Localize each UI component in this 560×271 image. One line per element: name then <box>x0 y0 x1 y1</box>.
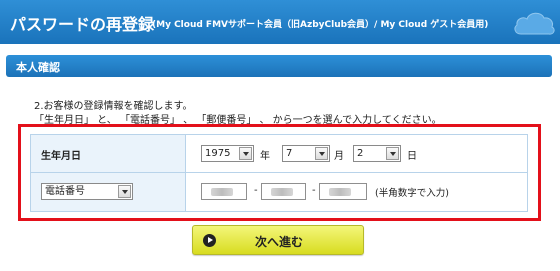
next-button[interactable]: 次へ進む <box>192 225 364 255</box>
birth-year-select[interactable]: 1975 <box>201 145 254 162</box>
instruction-text: 2.お客様の登録情報を確認します。 <box>34 101 193 112</box>
birth-month-value: 7 <box>286 148 293 159</box>
phone-part2-input[interactable] <box>261 183 306 200</box>
birthdate-label: 生年月日 <box>41 151 81 162</box>
birth-day-select[interactable]: 2 <box>353 145 401 162</box>
page-title: パスワードの再登録 <box>10 15 155 34</box>
chevron-down-icon <box>386 147 399 160</box>
birth-day-value: 2 <box>357 148 364 159</box>
identity-form-table: 生年月日 1975 年 7 月 2 日 電話番号 - - (半角数字で入力) <box>30 134 528 212</box>
phone-part3-input[interactable] <box>319 183 367 200</box>
chevron-down-icon <box>315 147 328 160</box>
section-title: 本人確認 <box>16 61 60 74</box>
separator-dash: - <box>312 185 316 196</box>
page-subtitle: (My Cloud FMVサポート会員（旧AzbyClub会員）/ My Clo… <box>152 20 489 30</box>
chevron-down-icon <box>239 147 252 160</box>
cloud-icon <box>514 12 555 35</box>
section-header: 本人確認 <box>6 55 552 77</box>
birthdate-row: 生年月日 1975 年 7 月 2 日 <box>31 135 527 173</box>
header-bar: パスワードの再登録 (My Cloud FMVサポート会員（旧AzbyClub会… <box>0 0 560 44</box>
blurred-value <box>271 188 293 196</box>
input-hint: (半角数字で入力) <box>375 188 449 199</box>
contact-type-value: 電話番号 <box>45 186 85 197</box>
arrow-right-circle-icon <box>203 234 216 247</box>
year-unit: 年 <box>260 151 270 162</box>
phone-part1-input[interactable] <box>201 183 247 200</box>
contact-row: 電話番号 - - (半角数字で入力) <box>31 173 527 211</box>
blurred-value <box>211 188 233 196</box>
next-button-label: 次へ進む <box>255 235 304 249</box>
contact-type-select[interactable]: 電話番号 <box>41 183 133 200</box>
separator-dash: - <box>254 185 258 196</box>
day-unit: 日 <box>407 151 417 162</box>
chevron-down-icon <box>118 185 131 198</box>
contact-label-cell: 電話番号 <box>31 173 186 211</box>
month-unit: 月 <box>334 151 344 162</box>
birthdate-label-cell: 生年月日 <box>31 135 186 172</box>
birth-year-value: 1975 <box>205 148 231 159</box>
birth-month-select[interactable]: 7 <box>282 145 330 162</box>
blurred-value <box>329 188 351 196</box>
